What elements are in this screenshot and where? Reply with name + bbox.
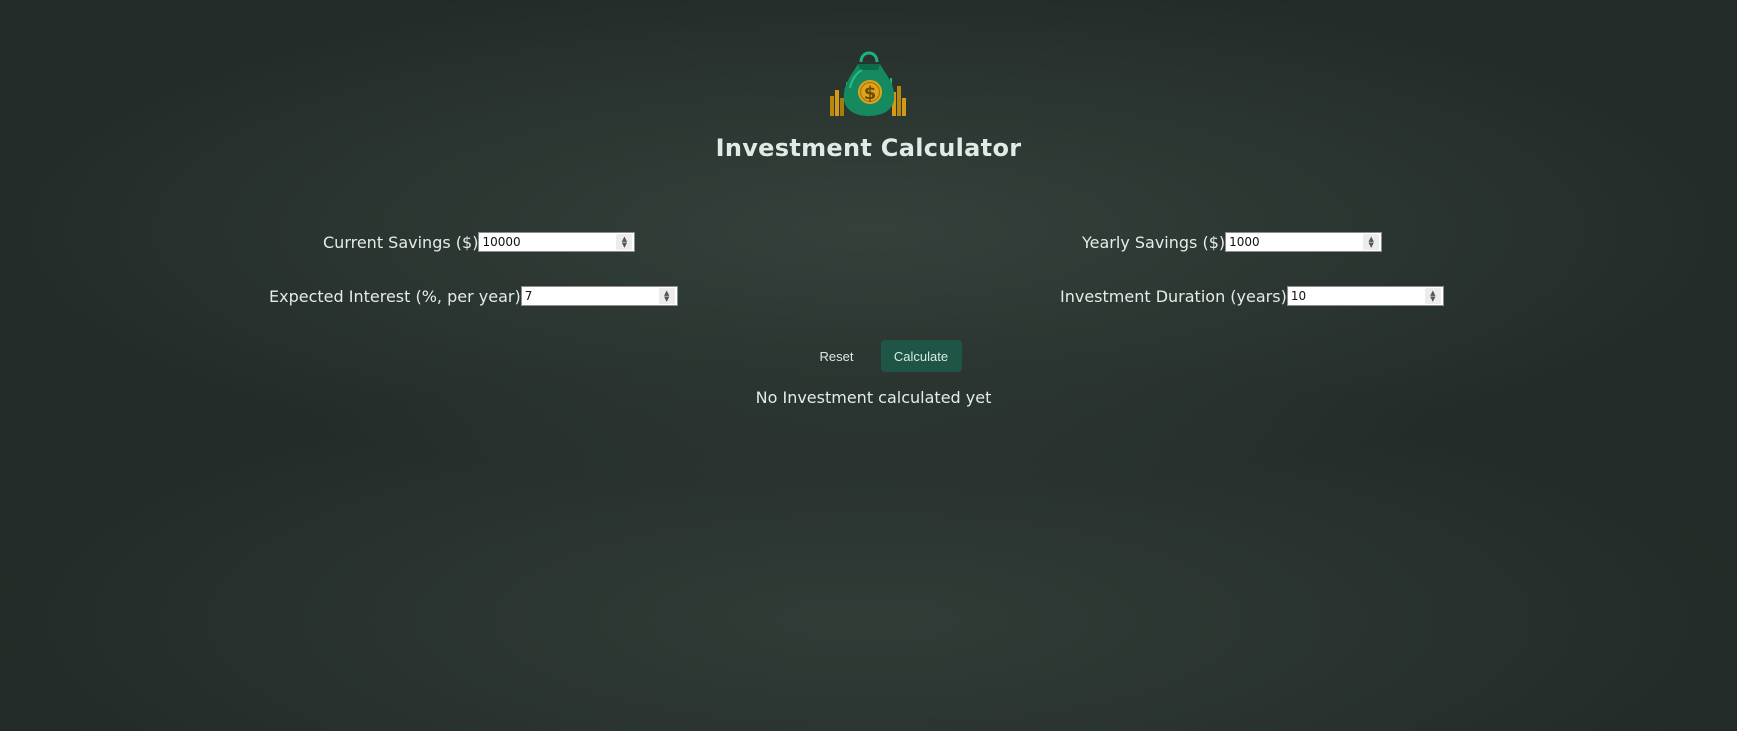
expected-interest-label: Expected Interest (%, per year) xyxy=(269,286,521,306)
chevron-down-icon[interactable]: ▼ xyxy=(622,242,627,249)
app-header: $ Investment Calculator xyxy=(0,48,1737,162)
reset-button[interactable]: Reset xyxy=(801,340,873,372)
result-message: No Investment calculated yet xyxy=(755,388,992,407)
investment-duration-input[interactable]: 10 ▲ ▼ xyxy=(1286,286,1444,306)
current-savings-value: 10000 xyxy=(482,235,521,249)
yearly-savings-value: 1000 xyxy=(1229,235,1260,249)
form-actions: Reset Calculate xyxy=(0,340,1737,372)
investment-duration-spinner[interactable]: ▲ ▼ xyxy=(1424,288,1441,304)
chevron-down-icon[interactable]: ▼ xyxy=(1430,296,1435,303)
expected-interest-field: Expected Interest (%, per year) 7 ▲ ▼ xyxy=(269,286,678,306)
expected-interest-spinner[interactable]: ▲ ▼ xyxy=(658,288,675,304)
current-savings-label: Current Savings ($) xyxy=(323,232,479,252)
yearly-savings-input[interactable]: 1000 ▲ ▼ xyxy=(1225,232,1383,252)
svg-text:$: $ xyxy=(863,83,876,104)
investment-duration-label: Investment Duration (years) xyxy=(1060,286,1287,306)
current-savings-spinner[interactable]: ▲ ▼ xyxy=(616,234,633,250)
chevron-down-icon[interactable]: ▼ xyxy=(664,296,669,303)
current-savings-input[interactable]: 10000 ▲ ▼ xyxy=(478,232,636,252)
investment-duration-value: 10 xyxy=(1290,289,1307,303)
expected-interest-value: 7 xyxy=(524,289,533,303)
expected-interest-input[interactable]: 7 ▲ ▼ xyxy=(520,286,678,306)
page-title: Investment Calculator xyxy=(715,134,1022,162)
money-bag-icon: $ xyxy=(829,51,906,116)
investment-duration-field: Investment Duration (years) 10 ▲ ▼ xyxy=(1060,286,1444,306)
chevron-down-icon[interactable]: ▼ xyxy=(1368,242,1373,249)
yearly-savings-field: Yearly Savings ($) 1000 ▲ ▼ xyxy=(1082,232,1383,252)
current-savings-field: Current Savings ($) 10000 ▲ ▼ xyxy=(323,232,636,252)
yearly-savings-spinner[interactable]: ▲ ▼ xyxy=(1363,234,1380,250)
calculate-button[interactable]: Calculate xyxy=(880,340,962,372)
yearly-savings-label: Yearly Savings ($) xyxy=(1082,232,1226,252)
